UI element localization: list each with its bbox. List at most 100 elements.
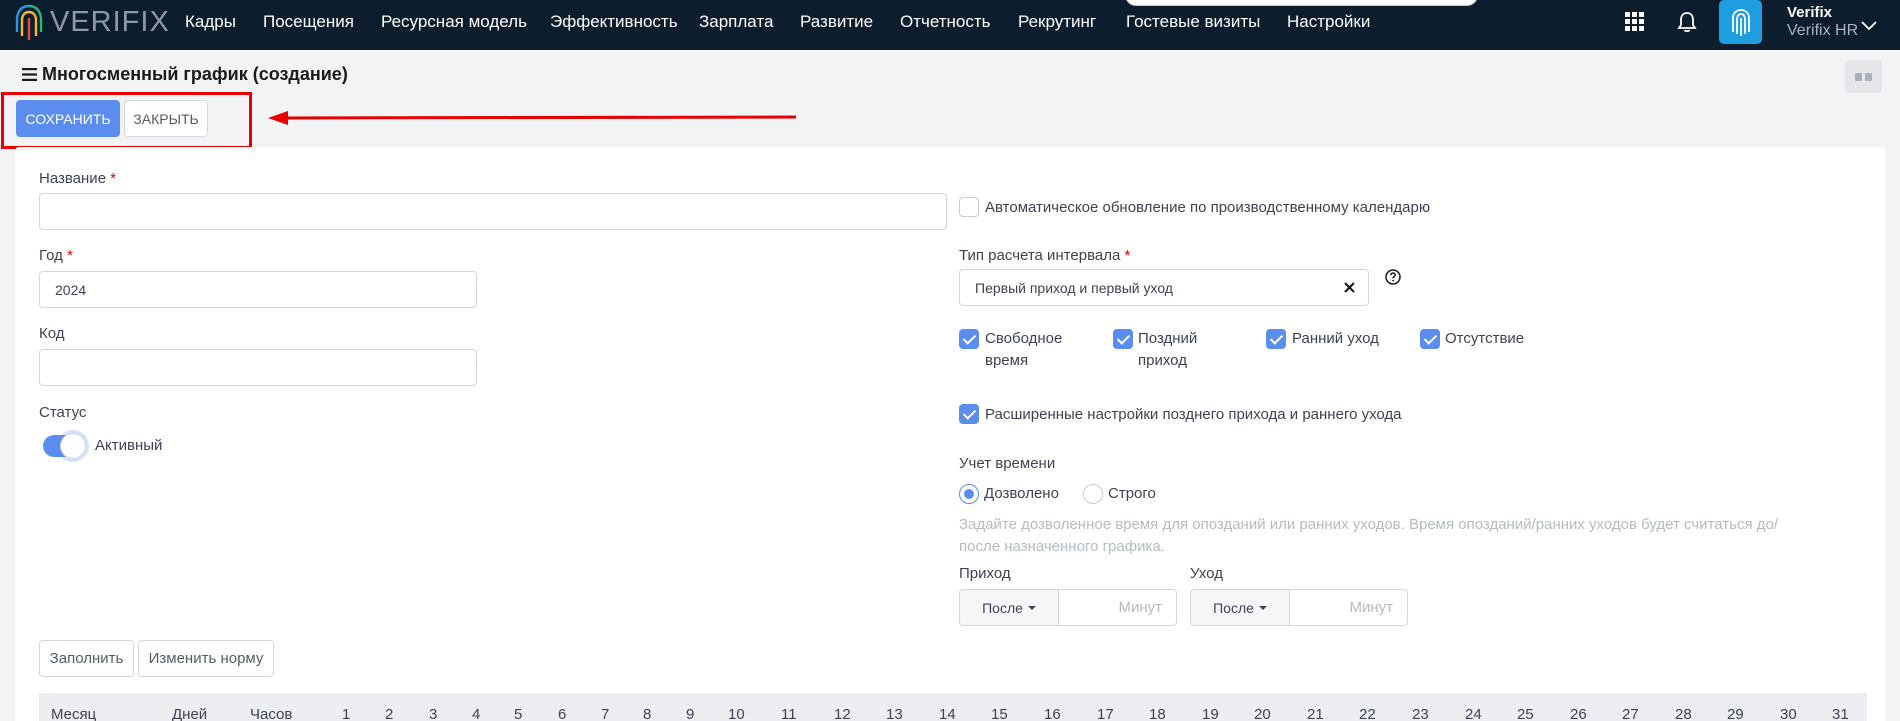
nav-item-kadry[interactable]: Кадры: [185, 12, 236, 32]
nav-item-efficiency[interactable]: Эффективность: [550, 12, 678, 32]
column-header-day[interactable]: 1: [342, 706, 350, 721]
year-input[interactable]: 2024: [39, 271, 477, 308]
column-header-day[interactable]: 28: [1675, 706, 1692, 721]
column-header-day[interactable]: 20: [1254, 706, 1271, 721]
departure-label: Уход: [1190, 565, 1223, 582]
status-toggle[interactable]: [43, 433, 86, 459]
column-header-month[interactable]: Месяц: [51, 706, 96, 721]
column-header-day[interactable]: 16: [1044, 706, 1061, 721]
user-name[interactable]: Verifix: [1787, 4, 1832, 21]
column-header-day[interactable]: 18: [1149, 706, 1166, 721]
column-header-day[interactable]: 29: [1727, 706, 1744, 721]
logo-text: VERIFIX: [50, 5, 170, 38]
departure-direction-dropdown[interactable]: После: [1190, 589, 1290, 626]
column-header-day[interactable]: 6: [558, 706, 566, 721]
radio-allowed-label: Дозволено: [984, 485, 1059, 502]
code-input[interactable]: [39, 349, 477, 386]
free-time-checkbox[interactable]: [959, 329, 979, 349]
bell-icon[interactable]: [1676, 11, 1698, 33]
name-input[interactable]: [39, 193, 947, 230]
column-header-day[interactable]: 15: [991, 706, 1008, 721]
code-label: Код: [39, 325, 65, 342]
arrival-label: Приход: [959, 565, 1011, 582]
column-header-day[interactable]: 30: [1780, 706, 1797, 721]
menu-icon[interactable]: [22, 68, 37, 81]
column-header-day[interactable]: 23: [1412, 706, 1429, 721]
column-header-day[interactable]: 11: [781, 706, 797, 721]
late-arrival-label-line2: приход: [1138, 352, 1187, 369]
early-leave-label: Ранний уход: [1292, 330, 1379, 347]
nav-item-reports[interactable]: Отчетность: [900, 12, 991, 32]
late-arrival-checkbox[interactable]: [1113, 329, 1133, 349]
column-header-day[interactable]: 3: [429, 706, 437, 721]
column-header-day[interactable]: 2: [385, 706, 393, 721]
column-header-day[interactable]: 26: [1570, 706, 1587, 721]
nav-item-attendance[interactable]: Посещения: [263, 12, 354, 32]
radio-strict-label: Строго: [1108, 485, 1156, 502]
translate-button[interactable]: [1845, 60, 1882, 93]
column-header-day[interactable]: 27: [1622, 706, 1639, 721]
departure-direction-value: После: [1213, 599, 1254, 616]
column-header-day[interactable]: 19: [1202, 706, 1219, 721]
column-header-day[interactable]: 9: [686, 706, 694, 721]
absence-checkbox[interactable]: [1420, 329, 1440, 349]
column-header-day[interactable]: 5: [514, 706, 522, 721]
nav-item-resource-model[interactable]: Ресурсная модель: [381, 12, 527, 32]
help-icon[interactable]: [1385, 269, 1401, 285]
column-header-day[interactable]: 12: [834, 706, 851, 721]
column-header-day[interactable]: 10: [728, 706, 745, 721]
column-header-day[interactable]: 17: [1097, 706, 1114, 721]
column-header-day[interactable]: 13: [886, 706, 903, 721]
interval-type-select[interactable]: Первый приход и первый уход: [959, 269, 1369, 306]
nav-item-salary[interactable]: Зарплата: [699, 12, 773, 32]
apps-grid-icon[interactable]: [1625, 12, 1645, 32]
page-title-text: Многосменный график (создание): [42, 64, 348, 84]
column-header-day[interactable]: 31: [1832, 706, 1849, 721]
nav-item-recruiting[interactable]: Рекрутинг: [1018, 12, 1096, 32]
hint-line1: Задайте дозволенное время для опозданий …: [959, 516, 1779, 533]
caret-down-icon: [1258, 605, 1267, 610]
nav-item-settings[interactable]: Настройки: [1287, 12, 1370, 32]
arrival-minutes-input[interactable]: Минут: [1059, 589, 1177, 626]
avatar[interactable]: [1719, 0, 1762, 44]
arrival-direction-dropdown[interactable]: После: [959, 589, 1059, 626]
free-time-label-line2: время: [985, 352, 1029, 369]
column-header-day[interactable]: 25: [1517, 706, 1534, 721]
late-arrival-label-line1: Поздний: [1138, 330, 1198, 347]
free-time-label-line1: Свободное: [985, 330, 1063, 347]
user-company[interactable]: Verifix HR: [1787, 22, 1858, 40]
column-header-hours[interactable]: Часов: [250, 706, 292, 721]
advanced-settings-checkbox[interactable]: [959, 404, 979, 424]
arrival-direction-value: После: [982, 599, 1023, 616]
nav-item-guest-visits[interactable]: Гостевые визиты: [1126, 12, 1260, 32]
chevron-down-icon[interactable]: [1860, 20, 1878, 32]
fingerprint-logo-icon: [15, 4, 43, 40]
clear-icon[interactable]: [1344, 282, 1355, 293]
change-norm-button[interactable]: Изменить норму: [138, 640, 274, 677]
nav-item-development[interactable]: Развитие: [800, 12, 873, 32]
auto-update-checkbox[interactable]: [959, 197, 979, 217]
column-header-day[interactable]: 24: [1465, 706, 1482, 721]
radio-allowed[interactable]: [959, 484, 979, 504]
top-navbar: VERIFIX Кадры Посещения Ресурсная модель…: [0, 0, 1900, 50]
fill-button[interactable]: Заполнить: [39, 640, 134, 677]
interval-type-label: Тип расчета интервала *: [959, 247, 1131, 264]
radio-strict[interactable]: [1083, 484, 1103, 504]
column-header-day[interactable]: 14: [939, 706, 956, 721]
early-leave-checkbox[interactable]: [1266, 329, 1286, 349]
column-header-days[interactable]: Дней: [172, 706, 207, 721]
translate-icon: [1854, 72, 1872, 81]
column-header-day[interactable]: 21: [1307, 706, 1324, 721]
column-header-day[interactable]: 22: [1359, 706, 1376, 721]
hint-line2: после назначенного графика.: [959, 538, 1165, 555]
fingerprint-icon: [1731, 9, 1750, 36]
annotation-arrow-icon: [268, 111, 797, 125]
column-header-day[interactable]: 4: [472, 706, 480, 721]
annotation-highlight-box: [1, 92, 252, 149]
search-box[interactable]: [1125, 0, 1478, 6]
interval-type-value: Первый приход и первый уход: [975, 279, 1173, 296]
column-header-day[interactable]: 8: [643, 706, 651, 721]
logo[interactable]: VERIFIX: [14, 0, 170, 44]
departure-minutes-input[interactable]: Минут: [1290, 589, 1408, 626]
column-header-day[interactable]: 7: [601, 706, 609, 721]
